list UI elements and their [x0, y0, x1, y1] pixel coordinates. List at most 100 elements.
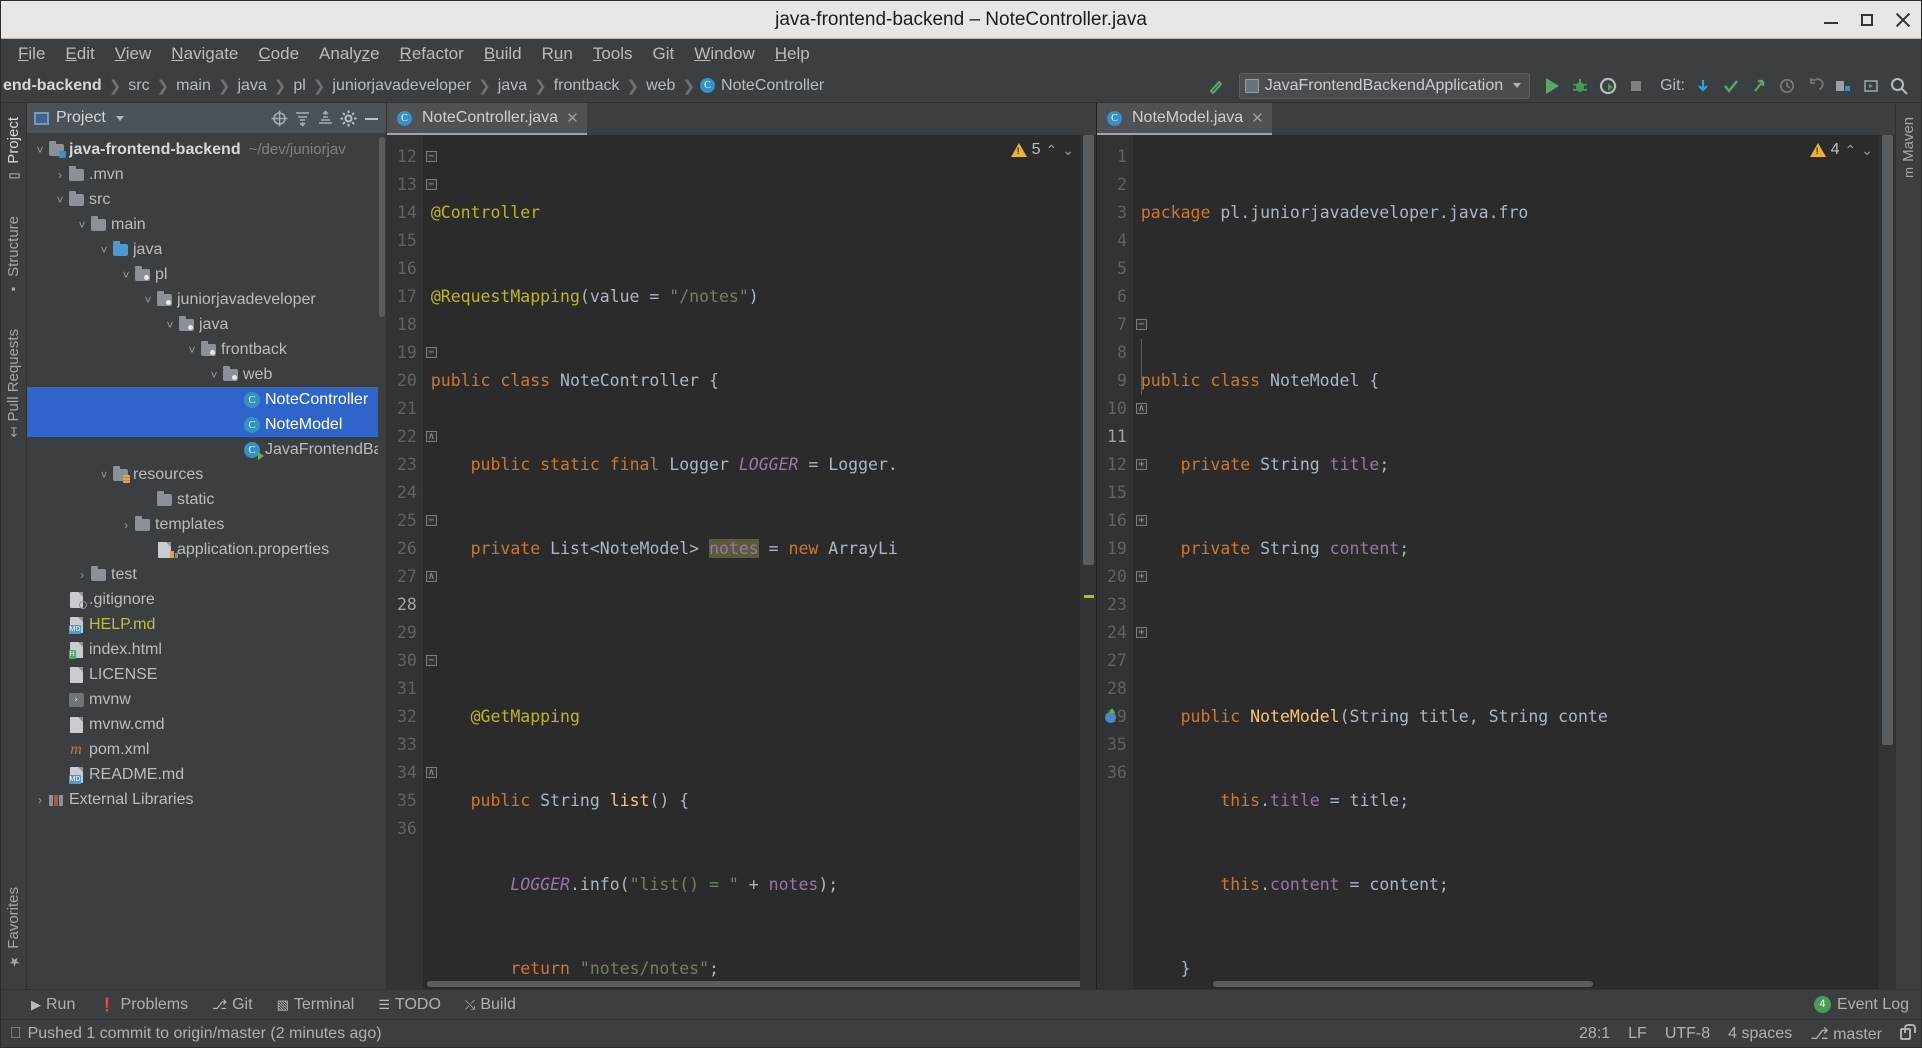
- previous-problem-icon[interactable]: ⌃: [1845, 142, 1857, 159]
- hide-panel-icon[interactable]: [363, 110, 380, 127]
- read-only-lock-icon[interactable]: [1900, 1023, 1916, 1040]
- expand-arrow[interactable]: ›: [33, 793, 47, 807]
- gutter-left[interactable]: 12− 13− 14 15 16 17 18 19− 20 21 22 ∧ 23 …: [387, 135, 437, 989]
- minimize-button[interactable]: [1823, 12, 1839, 28]
- tab-note-model-java[interactable]: C NoteModel.java ✕: [1097, 103, 1272, 135]
- menu-git[interactable]: Git: [644, 41, 684, 67]
- tool-button-favorites[interactable]: ★ Favorites: [5, 879, 22, 977]
- tree-row-application-properties[interactable]: application.properties: [27, 537, 386, 562]
- project-structure-icon[interactable]: [1829, 72, 1857, 100]
- tree-row-note-model[interactable]: C NoteModel: [27, 412, 386, 437]
- tool-button-pull-requests[interactable]: ↤ Pull Requests: [5, 321, 22, 445]
- breadcrumb-item-6[interactable]: java: [496, 77, 529, 95]
- project-tree[interactable]: ˅ java-frontend-backend ~/dev/juniorjav …: [27, 133, 386, 989]
- tool-button-structure[interactable]: ▪ Structure: [5, 208, 22, 305]
- expand-arrow[interactable]: ˅: [97, 243, 111, 257]
- breadcrumb-item-7[interactable]: frontback: [552, 77, 622, 95]
- breadcrumb-item-2[interactable]: main: [174, 77, 213, 95]
- breakpoint-icon[interactable]: [1105, 708, 1116, 723]
- expand-arrow[interactable]: ›: [53, 168, 67, 182]
- run-with-coverage-button[interactable]: [1594, 72, 1622, 100]
- gear-icon[interactable]: [340, 110, 357, 127]
- warning-marker[interactable]: [1084, 595, 1094, 598]
- tree-row-resources[interactable]: ˅ resources: [27, 462, 386, 487]
- tree-row-juniorjavadeveloper[interactable]: ˅ juniorjavadeveloper: [27, 287, 386, 312]
- menu-edit[interactable]: Edit: [56, 41, 103, 67]
- line-separator[interactable]: LF: [1628, 1025, 1647, 1043]
- tool-button-run[interactable]: ▶ Run: [27, 994, 79, 1016]
- tree-row-src[interactable]: ˅ src: [27, 187, 386, 212]
- breadcrumb-item-3[interactable]: java: [235, 77, 268, 95]
- maximize-button[interactable]: [1859, 12, 1875, 28]
- tool-button-project[interactable]: ▭ Project: [5, 109, 22, 192]
- collapse-all-icon[interactable]: [317, 109, 334, 127]
- tree-row-note-controller[interactable]: C NoteController: [27, 387, 386, 412]
- status-message[interactable]: Pushed 1 commit to origin/master (2 minu…: [28, 1025, 382, 1043]
- git-commit-icon[interactable]: [1717, 72, 1745, 100]
- breadcrumb-item-5[interactable]: juniorjavadeveloper: [330, 77, 473, 95]
- tree-row-pom-xml[interactable]: m pom.xml: [27, 737, 386, 762]
- tree-row-java-frontend-backend[interactable]: ˅ java-frontend-backend ~/dev/juniorjav: [27, 137, 386, 162]
- tool-button-maven[interactable]: m Maven: [1900, 109, 1917, 186]
- menu-tools[interactable]: Tools: [584, 41, 642, 67]
- tree-row-external-libraries[interactable]: › External Libraries: [27, 787, 386, 812]
- menu-window[interactable]: Window: [685, 41, 763, 67]
- search-everywhere-icon[interactable]: [1885, 72, 1913, 100]
- menu-navigate[interactable]: Navigate: [162, 41, 247, 67]
- run-configuration-selector[interactable]: JavaFrontendBackendApplication: [1238, 72, 1531, 99]
- caret-position[interactable]: 28:1: [1579, 1025, 1610, 1043]
- project-tree-scrollbar[interactable]: [378, 133, 386, 989]
- tree-row-java-frontend-backend-application[interactable]: C JavaFrontendBacken: [27, 437, 386, 462]
- select-target-icon[interactable]: [1857, 72, 1885, 100]
- menu-help[interactable]: Help: [766, 41, 819, 67]
- tree-row-frontback[interactable]: ˅ frontback: [27, 337, 386, 362]
- next-problem-icon[interactable]: ⌄: [1861, 142, 1873, 159]
- tree-row-test[interactable]: › test: [27, 562, 386, 587]
- git-history-icon[interactable]: [1773, 72, 1801, 100]
- expand-arrow[interactable]: ˅: [53, 193, 67, 207]
- code-editor-right[interactable]: package pl.juniorjavadeveloper.java.fro …: [1132, 135, 1879, 989]
- git-push-icon[interactable]: [1745, 72, 1773, 100]
- tree-row-license[interactable]: LICENSE: [27, 662, 386, 687]
- code-editor-left[interactable]: @Controller @RequestMapping(value = "/no…: [422, 135, 1080, 989]
- tree-row-index-html[interactable]: H index.html: [27, 637, 386, 662]
- close-icon[interactable]: ✕: [1251, 109, 1264, 127]
- breadcrumb-item-8[interactable]: web: [644, 77, 677, 95]
- expand-arrow[interactable]: ˅: [141, 293, 155, 307]
- gutter-right[interactable]: 1 2 3 4 5 6 7− 8 9 10∧ 11 12+ 15 16+: [1097, 135, 1147, 989]
- git-branch[interactable]: ⎇ master: [1810, 1024, 1882, 1044]
- expand-arrow[interactable]: ˅: [97, 468, 111, 482]
- breadcrumb-item-4[interactable]: pl: [291, 77, 307, 95]
- build-hammer-icon[interactable]: [1203, 72, 1231, 100]
- stop-button[interactable]: [1622, 72, 1650, 100]
- close-icon[interactable]: ✕: [566, 109, 579, 127]
- menu-file[interactable]: File: [9, 41, 54, 67]
- expand-arrow[interactable]: ›: [75, 568, 89, 582]
- menu-view[interactable]: View: [106, 41, 161, 67]
- breadcrumb-item-9[interactable]: NoteController: [719, 77, 826, 95]
- git-update-icon[interactable]: [1689, 72, 1717, 100]
- tree-row-pl[interactable]: ˅ pl: [27, 262, 386, 287]
- tree-row-help-md[interactable]: MD HELP.md: [27, 612, 386, 637]
- expand-arrow[interactable]: ˅: [163, 318, 177, 332]
- expand-arrow[interactable]: ˅: [119, 268, 133, 282]
- expand-arrow[interactable]: ˅: [207, 368, 221, 382]
- debug-button[interactable]: [1566, 72, 1594, 100]
- close-button[interactable]: [1895, 12, 1911, 28]
- editor-left-vscrollbar[interactable]: [1083, 135, 1094, 565]
- file-encoding[interactable]: UTF-8: [1665, 1025, 1710, 1043]
- menu-refactor[interactable]: Refactor: [391, 41, 473, 67]
- menu-run[interactable]: Run: [533, 41, 582, 67]
- expand-all-icon[interactable]: [294, 110, 311, 127]
- breadcrumb-item-1[interactable]: src: [126, 77, 151, 95]
- expand-arrow[interactable]: ˅: [33, 143, 47, 157]
- editor-right-hscrollbar[interactable]: [1132, 980, 1879, 989]
- expand-arrow[interactable]: ˅: [75, 218, 89, 232]
- scroll-from-source-icon[interactable]: [271, 110, 288, 127]
- event-log-button[interactable]: 4 Event Log: [1813, 996, 1921, 1014]
- tree-row-mvn[interactable]: › .mvn: [27, 162, 386, 187]
- breadcrumb-item-0[interactable]: end-backend: [1, 77, 104, 95]
- git-revert-icon[interactable]: [1801, 72, 1829, 100]
- tool-button-build[interactable]: ⤯ Build: [461, 994, 520, 1016]
- tree-row-main[interactable]: ˅ main: [27, 212, 386, 237]
